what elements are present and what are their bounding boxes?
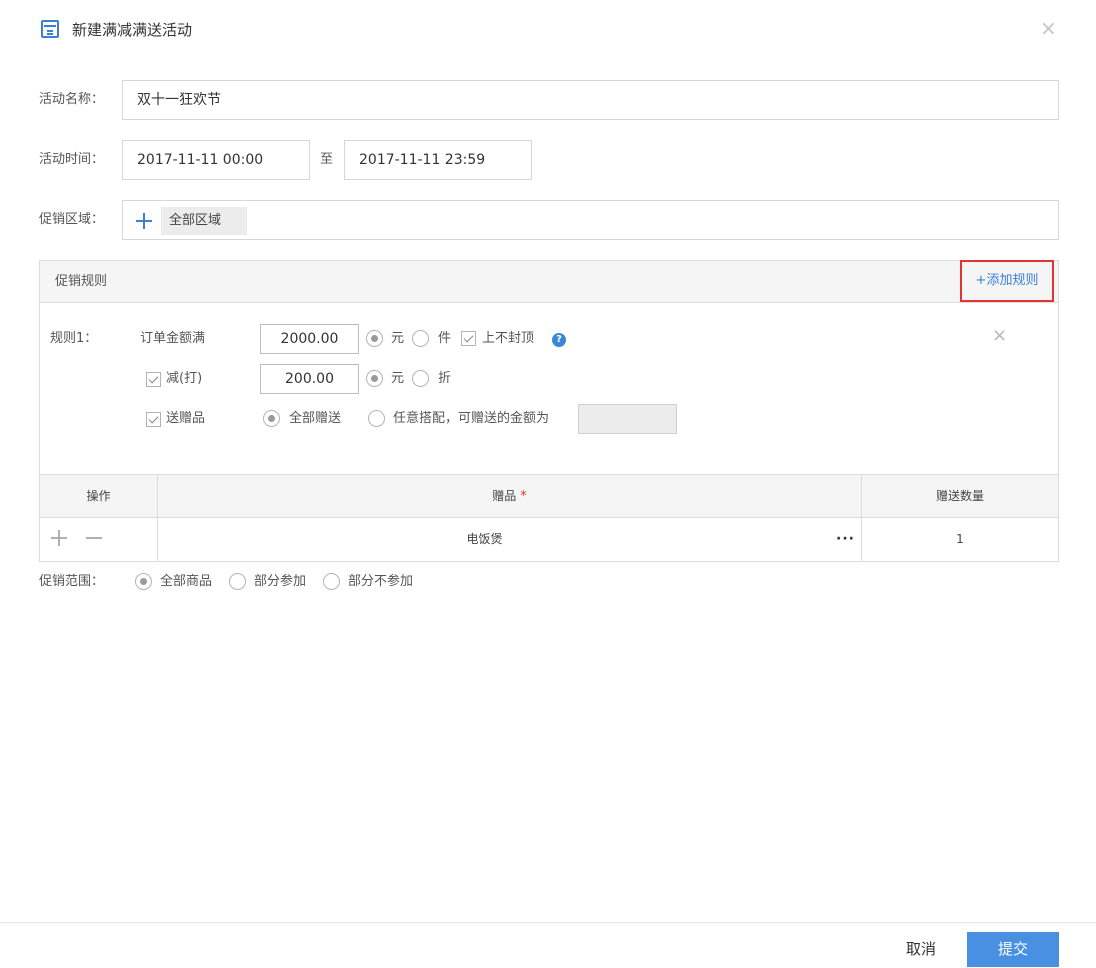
cancel-button[interactable]: 取消 <box>880 932 962 966</box>
col-header-quantity: 赠送数量 <box>935 489 984 503</box>
scope-all-label: 全部商品 <box>160 574 213 589</box>
activity-name-input[interactable]: 双十一狂欢节 <box>122 80 1059 120</box>
discount-checkbox[interactable] <box>146 372 161 387</box>
rules-panel-title: 促销规则 <box>55 274 108 289</box>
end-time-input[interactable]: 2017-11-11 23:59 <box>344 140 532 180</box>
remove-row-icon[interactable] <box>86 530 102 546</box>
form-icon <box>41 20 59 38</box>
add-region-icon[interactable] <box>136 213 152 229</box>
footer-divider <box>0 922 1096 923</box>
scope-exclude-label: 部分不参加 <box>348 574 414 589</box>
name-label: 活动名称： <box>39 92 105 107</box>
more-icon[interactable]: ··· <box>836 532 855 546</box>
rule-label: 规则1： <box>50 331 98 346</box>
gift-label: 送赠品 <box>166 411 206 426</box>
submit-button[interactable]: 提交 <box>967 932 1059 967</box>
add-row-icon[interactable] <box>51 530 67 546</box>
unit-piece-radio[interactable] <box>412 330 429 347</box>
no-cap-label: 上不封顶 <box>482 331 535 346</box>
threshold-label: 订单金额满 <box>140 331 206 346</box>
gift-cell: 电饭煲 <box>466 532 503 546</box>
gift-all-radio[interactable] <box>263 410 280 427</box>
scope-exclude-radio[interactable] <box>323 573 340 590</box>
discount-zhe-label: 折 <box>438 371 452 386</box>
gift-all-label: 全部赠送 <box>289 411 342 426</box>
quantity-cell: 1 <box>956 532 964 546</box>
threshold-input[interactable]: 2000.00 <box>260 324 359 354</box>
region-label: 促销区域： <box>39 212 105 227</box>
time-separator: 至 <box>320 152 334 167</box>
region-field[interactable] <box>122 200 1059 240</box>
gift-any-label: 任意搭配，可赠送的金额为 <box>393 411 550 426</box>
discount-yuan-radio[interactable] <box>366 370 383 387</box>
help-icon[interactable]: ? <box>552 333 566 347</box>
required-mark: * <box>520 489 527 504</box>
discount-label: 减(打) <box>166 371 203 386</box>
discount-zhe-radio[interactable] <box>412 370 429 387</box>
no-cap-checkbox[interactable] <box>461 331 476 346</box>
time-label: 活动时间： <box>39 152 105 167</box>
gift-amount-input[interactable] <box>578 404 677 434</box>
scope-partial-label: 部分参加 <box>254 574 307 589</box>
unit-yuan-label: 元 <box>391 331 405 346</box>
rules-panel-header <box>40 261 1058 303</box>
scope-partial-radio[interactable] <box>229 573 246 590</box>
col-header-gift-label: 赠品 <box>492 489 517 503</box>
add-rule-button[interactable]: +添加规则 <box>960 260 1054 302</box>
dialog-title: 新建满减满送活动 <box>72 21 193 39</box>
col-header-action: 操作 <box>86 489 111 503</box>
gift-checkbox[interactable] <box>146 412 161 427</box>
region-tag[interactable]: 全部区域 <box>161 207 247 235</box>
close-icon[interactable]: × <box>1040 16 1057 40</box>
unit-piece-label: 件 <box>438 331 452 346</box>
delete-rule-icon[interactable]: × <box>992 326 1007 346</box>
discount-input[interactable]: 200.00 <box>260 364 359 394</box>
discount-yuan-label: 元 <box>391 371 405 386</box>
gift-any-radio[interactable] <box>368 410 385 427</box>
unit-yuan-radio[interactable] <box>366 330 383 347</box>
start-time-input[interactable]: 2017-11-11 00:00 <box>122 140 310 180</box>
scope-label: 促销范围： <box>39 574 105 589</box>
scope-all-radio[interactable] <box>135 573 152 590</box>
col-header-gift: 赠品 * <box>158 475 861 518</box>
